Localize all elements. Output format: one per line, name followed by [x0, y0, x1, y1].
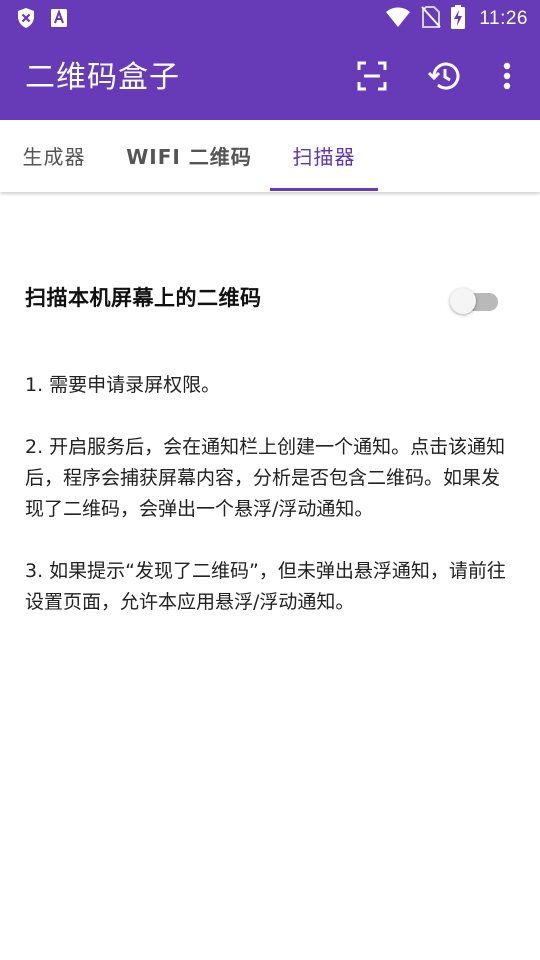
- scan-button[interactable]: [354, 60, 390, 96]
- status-bar: 11:26: [0, 0, 540, 36]
- app-bar: 二维码盒子: [0, 36, 540, 120]
- battery-charging-icon: [451, 5, 466, 33]
- active-tab-indicator: [270, 188, 378, 191]
- instruction-1: 1. 需要申请录屏权限。: [25, 374, 221, 396]
- scanner-instructions: 1. 需要申请录屏权限。 2. 开启服务后，会在通知栏上创建一个通知。点击该通知…: [25, 370, 517, 649]
- tab-wifi-qr[interactable]: WIFI 二维码: [108, 120, 270, 192]
- a-notification-icon: [50, 8, 68, 32]
- instruction-3: 3. 如果提示“发现了二维码”，但未弹出悬浮通知，请前往设置页面，允许本应用悬浮…: [25, 560, 506, 613]
- scan-icon: [357, 61, 387, 95]
- history-button[interactable]: [426, 60, 462, 96]
- tab-generator[interactable]: 生成器: [0, 120, 108, 192]
- more-vert-icon: [503, 62, 511, 94]
- no-sim-icon: [421, 5, 442, 33]
- tab-scanner[interactable]: 扫描器: [270, 120, 378, 192]
- history-icon: [427, 61, 460, 95]
- scan-screen-setting: 扫描本机屏幕上的二维码: [25, 280, 515, 320]
- instruction-2: 2. 开启服务后，会在通知栏上创建一个通知。点击该通知后，程序会捕获屏幕内容，分…: [25, 436, 506, 520]
- tab-bar: 生成器 WIFI 二维码 扫描器: [0, 120, 540, 192]
- shield-x-icon: [16, 7, 36, 33]
- switch-thumb: [450, 288, 476, 314]
- more-options-button[interactable]: [489, 60, 525, 96]
- wifi-icon: [385, 6, 411, 32]
- status-right-icons: 11:26: [385, 5, 528, 33]
- scan-screen-label: 扫描本机屏幕上的二维码: [25, 286, 262, 310]
- app-title: 二维码盒子: [25, 60, 180, 95]
- status-left-icons: [16, 7, 68, 33]
- scan-screen-switch[interactable]: [450, 286, 502, 314]
- status-time: 11:26: [479, 8, 528, 29]
